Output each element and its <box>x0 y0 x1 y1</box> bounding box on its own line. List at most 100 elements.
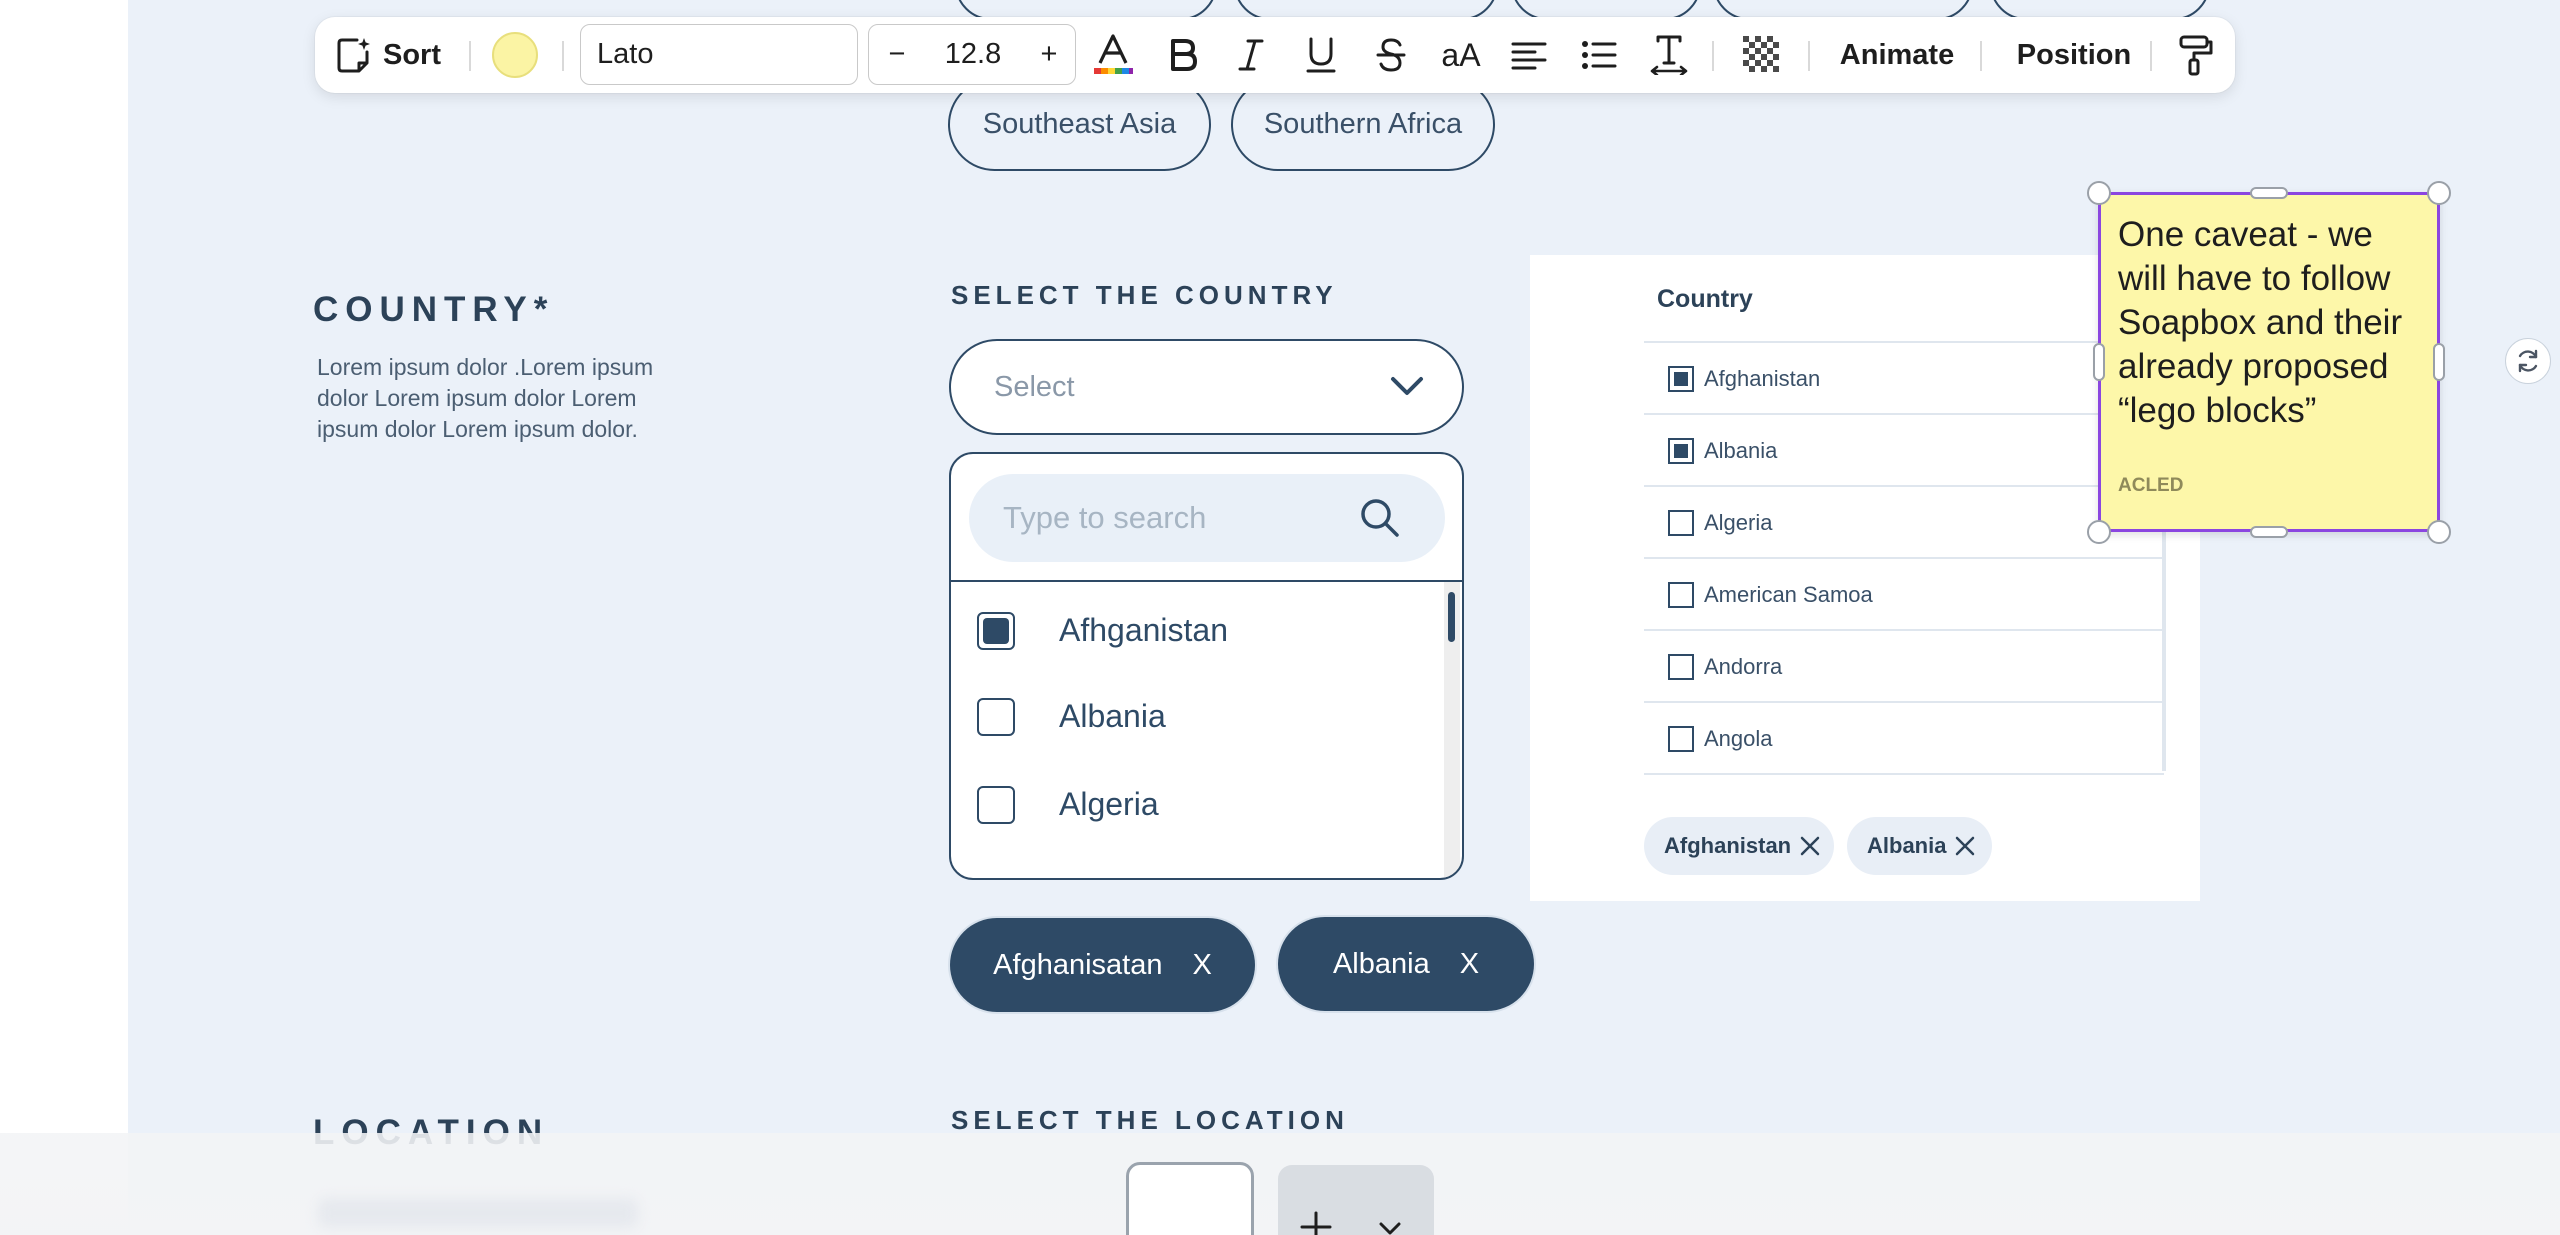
table-row[interactable]: Afghanistan <box>1644 343 2164 413</box>
chevron-down-icon <box>1379 1222 1401 1235</box>
format-painter-button[interactable] <box>2172 31 2220 79</box>
select-location-heading: SELECT THE LOCATION <box>951 1105 1349 1135</box>
sticky-note-author: ACLED <box>2118 475 2184 496</box>
resize-handle-right[interactable] <box>2433 343 2445 381</box>
bold-icon <box>1171 39 1197 71</box>
sticky-sort-icon <box>337 38 370 73</box>
toolbar-divider <box>1712 41 1714 71</box>
animate-button[interactable]: Animate <box>1827 31 1967 79</box>
row-checkbox[interactable] <box>1668 654 1694 680</box>
paint-roller-icon <box>2179 35 2213 76</box>
text-color-icon <box>1094 34 1133 74</box>
bold-button[interactable] <box>1159 31 1207 79</box>
color-swatch-button[interactable] <box>1126 1162 1254 1235</box>
sticky-note-text[interactable]: One caveat - we will have to follow Soap… <box>2118 213 2428 433</box>
row-label: Albania <box>1704 438 1778 463</box>
pill-label: Afghanisatan <box>993 948 1163 981</box>
resize-handle-top-right[interactable] <box>2427 181 2451 205</box>
sort-label: Sort <box>383 38 441 71</box>
row-checkbox[interactable] <box>1668 582 1694 608</box>
row-label: Angola <box>1704 726 1773 751</box>
dropdown-option[interactable]: Algeria <box>951 774 1431 834</box>
rotate-icon <box>2518 349 2538 373</box>
row-checkbox[interactable] <box>1668 438 1694 464</box>
font-size-value[interactable]: 12.8 <box>925 25 1021 83</box>
row-label: Andorra <box>1704 654 1783 679</box>
transparency-icon <box>1743 36 1781 74</box>
selected-country-pill[interactable]: Afghanisatan X <box>950 918 1255 1012</box>
row-checkbox[interactable] <box>1668 510 1694 536</box>
table-row[interactable]: Angola <box>1644 703 2164 773</box>
blurred-text <box>318 1198 638 1228</box>
text-fit-button[interactable] <box>1645 31 1693 79</box>
rotate-button[interactable] <box>2505 338 2551 384</box>
option-label: Albania <box>1059 697 1166 734</box>
font-size-control: − 12.8 + <box>868 24 1076 85</box>
align-left-icon <box>1511 42 1547 70</box>
sticky-note[interactable]: One caveat - we will have to follow Soap… <box>2098 192 2440 532</box>
row-label: Afghanistan <box>1704 366 1821 391</box>
table-row[interactable]: Algeria <box>1644 487 2164 557</box>
tag-label: Afghanistan <box>1664 833 1792 858</box>
search-icon <box>1361 499 1399 537</box>
country-tag[interactable]: Afghanistan <box>1644 817 1834 875</box>
row-checkbox[interactable] <box>1668 726 1694 752</box>
left-margin <box>0 0 128 1235</box>
font-size-increase-button[interactable]: + <box>1021 25 1077 83</box>
formatting-toolbar: Sort Lato − 12.8 + aA Animate Position <box>315 17 2235 93</box>
row-label: Algeria <box>1704 510 1773 535</box>
sort-button[interactable]: Sort <box>333 29 441 81</box>
resize-handle-top-left[interactable] <box>2087 181 2111 205</box>
text-fit-icon <box>1650 35 1688 75</box>
dropdown-option[interactable]: Albania <box>951 686 1431 746</box>
option-checkbox[interactable] <box>977 612 1015 650</box>
resize-handle-bottom-right[interactable] <box>2427 520 2451 544</box>
strikethrough-button[interactable] <box>1367 31 1415 79</box>
position-button[interactable]: Position <box>1999 31 2149 79</box>
close-icon[interactable] <box>1799 835 1821 857</box>
toolbar-divider <box>2150 41 2152 71</box>
italic-button[interactable] <box>1227 31 1275 79</box>
search-input[interactable]: Type to search <box>969 474 1445 562</box>
bullet-list-button[interactable] <box>1575 31 1623 79</box>
option-checkbox[interactable] <box>977 786 1015 824</box>
underline-button[interactable] <box>1297 31 1345 79</box>
sticky-color-button[interactable] <box>492 32 538 78</box>
text-color-button[interactable] <box>1089 31 1137 79</box>
row-checkbox[interactable] <box>1668 366 1694 392</box>
opacity-button[interactable] <box>1738 31 1786 79</box>
font-size-decrease-button[interactable]: − <box>869 25 925 83</box>
country-dropdown: Type to search Afhganistan Albania Alger… <box>949 452 1464 880</box>
option-label: Algeria <box>1059 785 1159 822</box>
plus-icon <box>1300 1211 1332 1235</box>
align-button[interactable] <box>1505 31 1553 79</box>
select-country-heading: SELECT THE COUNTRY <box>951 280 1338 310</box>
table-row[interactable]: Andorra <box>1644 631 2164 701</box>
resize-handle-left[interactable] <box>2093 343 2105 381</box>
row-label: American Samoa <box>1704 582 1873 607</box>
tag-label: Albania <box>1867 833 1947 858</box>
search-placeholder: Type to search <box>1003 500 1207 535</box>
table-header: Country <box>1657 285 1753 313</box>
option-checkbox[interactable] <box>977 698 1015 736</box>
country-select[interactable]: Select <box>949 339 1464 435</box>
toolbar-divider <box>562 41 564 71</box>
font-family-select[interactable]: Lato <box>580 24 858 85</box>
toolbar-divider <box>1808 41 1810 71</box>
dropdown-option[interactable]: Afhganistan <box>951 600 1431 660</box>
option-label: Afhganistan <box>1059 611 1229 648</box>
pill-remove-button[interactable]: X <box>1192 949 1211 982</box>
table-row[interactable]: American Samoa <box>1644 559 2164 629</box>
text-case-button[interactable]: aA <box>1435 31 1487 79</box>
add-menu-button[interactable] <box>1278 1165 1434 1235</box>
table-row[interactable]: Albania <box>1644 415 2164 485</box>
bullet-list-icon <box>1582 41 1617 69</box>
selected-country-pill[interactable]: Albania X <box>1278 917 1534 1011</box>
pill-remove-button[interactable]: X <box>1460 948 1479 981</box>
resize-handle-top[interactable] <box>2250 187 2288 199</box>
resize-handle-bottom[interactable] <box>2250 526 2288 538</box>
close-icon[interactable] <box>1954 835 1976 857</box>
resize-handle-bottom-left[interactable] <box>2087 520 2111 544</box>
country-tag[interactable]: Albania <box>1847 817 1992 875</box>
scrollbar-thumb[interactable] <box>1448 592 1455 642</box>
